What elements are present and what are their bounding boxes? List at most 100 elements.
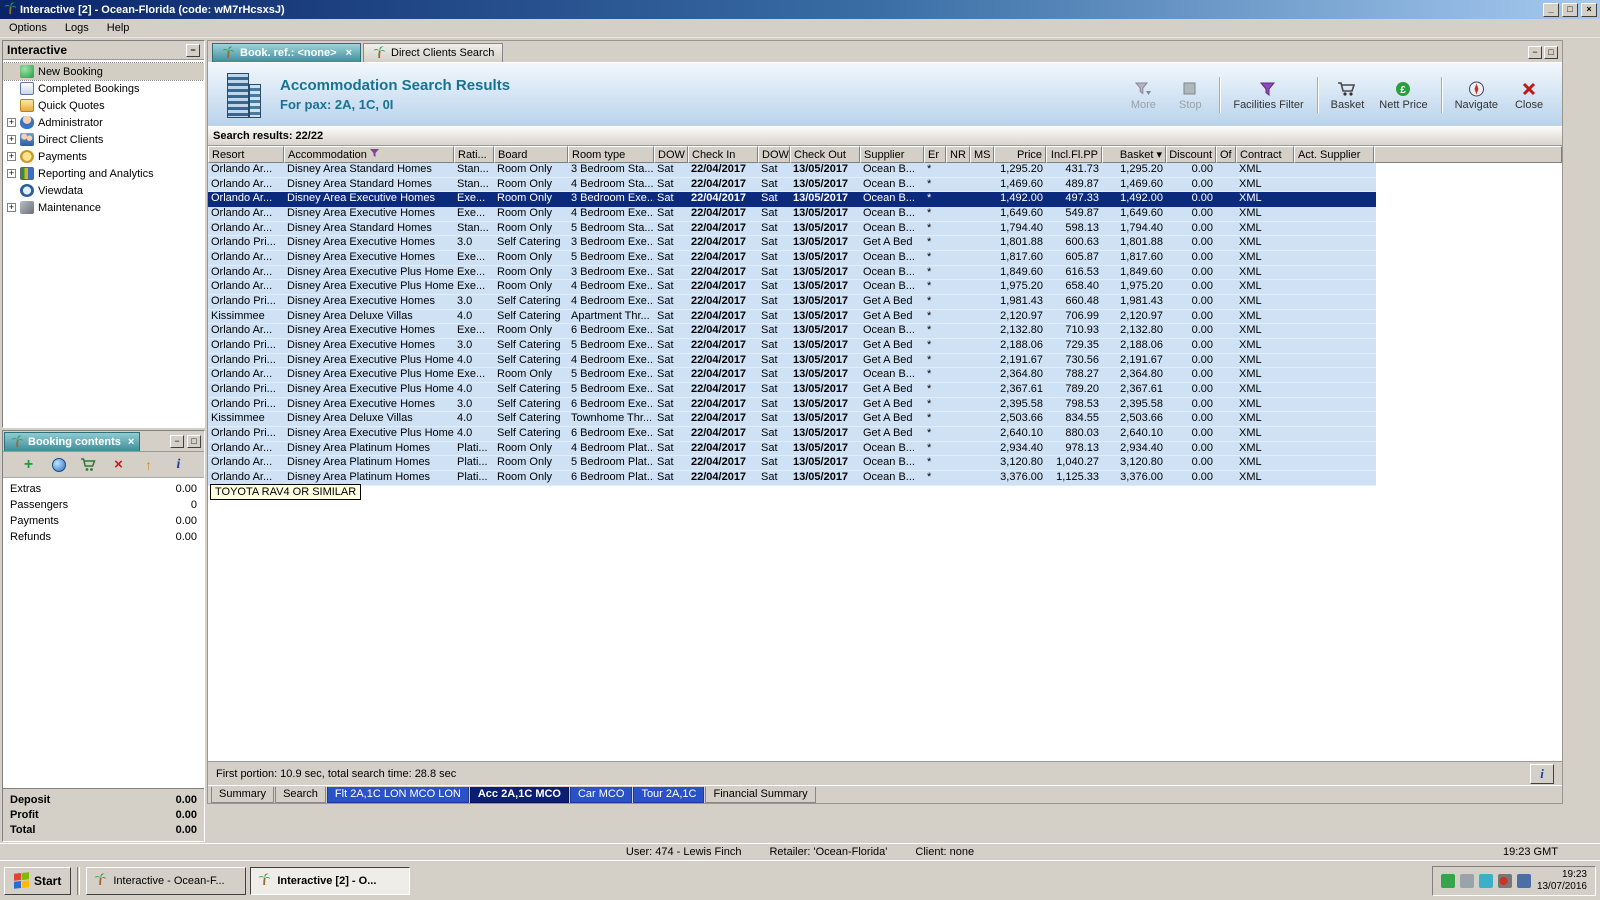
collapse-panel-button[interactable]: − — [186, 43, 200, 57]
result-row[interactable]: Orlando Ar... Disney Area Executive Homes… — [208, 324, 1376, 340]
close-booking-contents-icon[interactable]: × — [128, 436, 134, 448]
sidebar-item-completed-bookings[interactable]: +Completed Bookings — [3, 80, 204, 97]
result-row[interactable]: Orlando Ar... Disney Area Standard Homes S… — [208, 163, 1376, 178]
navigate-button[interactable]: Navigate — [1450, 77, 1503, 113]
result-row[interactable]: Orlando Ar... Disney Area Executive Homes… — [208, 251, 1376, 266]
result-row[interactable]: Orlando Ar... Disney Area Platinum Homes P… — [208, 471, 1376, 486]
tab-flt-2a-1c-lon-mco-lon[interactable]: Flt 2A,1C LON MCO LON — [326, 787, 469, 803]
tray-display-icon[interactable] — [1516, 873, 1531, 888]
column-header-dow[interactable]: DOW — [654, 146, 688, 163]
result-row[interactable]: Orlando Pri... Disney Area Executive Home… — [208, 295, 1376, 310]
sidebar-item-viewdata[interactable]: +Viewdata — [3, 182, 204, 199]
column-header-check-in[interactable]: Check In — [688, 146, 758, 163]
result-row[interactable]: Orlando Pri... Disney Area Executive Plus… — [208, 427, 1376, 442]
start-button[interactable]: Start — [4, 866, 72, 895]
expand-icon[interactable]: + — [7, 203, 16, 212]
column-header-accommodation[interactable]: Accommodation — [284, 146, 454, 163]
result-row[interactable]: Orlando Ar... Disney Area Executive Plus … — [208, 280, 1376, 296]
tray-network-icon[interactable] — [1478, 873, 1493, 888]
doc-restore-button[interactable]: □ — [1544, 46, 1558, 59]
result-row[interactable]: Orlando Ar... Disney Area Platinum Homes P… — [208, 441, 1376, 457]
result-row[interactable]: Orlando Pri... Disney Area Executive Home… — [208, 339, 1376, 354]
column-header-resort[interactable]: Resort — [208, 146, 284, 163]
booking-row-extras[interactable]: Extras 0.00 — [3, 481, 204, 497]
sidebar-item-new-booking[interactable]: +New Booking — [3, 62, 204, 81]
result-row[interactable]: Orlando Ar... Disney Area Executive Plus … — [208, 368, 1376, 384]
expand-icon[interactable]: + — [7, 152, 16, 161]
doc-minimize-button[interactable]: − — [1528, 46, 1542, 59]
result-row[interactable]: Orlando Ar... Disney Area Executive Homes… — [208, 192, 1376, 208]
booking-contents-tab[interactable]: Booking contents × — [4, 432, 141, 451]
column-header-rati[interactable]: Rati... — [454, 146, 494, 163]
sidebar-item-reporting-and-analytics[interactable]: + Reporting and Analytics — [3, 165, 204, 182]
column-header-supplier[interactable]: Supplier — [860, 146, 924, 163]
tab-direct-clients-search[interactable]: Direct Clients Search — [363, 43, 504, 62]
column-header-room-type[interactable]: Room type — [568, 146, 654, 163]
result-row[interactable]: Orlando Pri... Disney Area Executive Home… — [208, 397, 1376, 413]
info-button[interactable]: i — [1530, 763, 1554, 784]
taskbar-window-interactive-ocean-f[interactable]: Interactive - Ocean-F... — [86, 866, 247, 895]
sidebar-item-maintenance[interactable]: + Maintenance — [3, 199, 204, 216]
result-row[interactable]: Kissimmee Disney Area Deluxe Villas 4.0 Sel… — [208, 309, 1376, 325]
column-header-check-out[interactable]: Check Out — [790, 146, 860, 163]
window-close-button[interactable]: × — [1581, 2, 1597, 17]
globe-icon[interactable] — [50, 456, 67, 473]
tab-car-mco[interactable]: Car MCO — [569, 787, 633, 803]
column-header-act-supplier[interactable]: Act. Supplier — [1294, 146, 1374, 163]
column-header-dow[interactable]: DOW — [758, 146, 790, 163]
tab-tour-2a-1c[interactable]: Tour 2A,1C — [633, 787, 705, 803]
basket-button[interactable]: Basket — [1326, 77, 1370, 113]
tab-book-ref-none[interactable]: Book. ref.: <none> × — [212, 43, 362, 62]
result-row[interactable]: Orlando Ar... Disney Area Executive Homes… — [208, 207, 1376, 222]
result-row[interactable]: Kissimmee Disney Area Deluxe Villas 4.0 Sel… — [208, 412, 1376, 428]
booking-row-passengers[interactable]: Passengers 0 — [3, 497, 204, 513]
menu-options[interactable]: Options — [0, 20, 56, 36]
column-header-incl-fl-pp[interactable]: Incl.Fl.PP — [1046, 146, 1102, 163]
booking-row-payments[interactable]: Payments 0.00 — [3, 513, 204, 529]
expand-icon[interactable]: + — [7, 118, 16, 127]
tray-audio-icon[interactable] — [1497, 873, 1512, 888]
expand-icon[interactable]: + — [7, 169, 16, 178]
close-button[interactable]: Close — [1508, 77, 1550, 113]
sidebar-item-administrator[interactable]: + Administrator — [3, 114, 204, 131]
column-header-board[interactable]: Board — [494, 146, 568, 163]
bc-minimize-button[interactable]: − — [170, 435, 184, 448]
sidebar-item-direct-clients[interactable]: + Direct Clients — [3, 131, 204, 148]
taskbar-clock[interactable]: 19:23 13/07/2016 — [1537, 869, 1587, 893]
tab-financial-summary[interactable]: Financial Summary — [705, 787, 816, 803]
column-header-ms[interactable]: MS — [970, 146, 994, 163]
expand-icon[interactable]: + — [7, 135, 16, 144]
column-header-contract[interactable]: Contract — [1236, 146, 1294, 163]
result-row[interactable]: Orlando Ar... Disney Area Platinum Homes P… — [208, 456, 1376, 472]
column-header-of[interactable]: Of — [1216, 146, 1236, 163]
column-header-er[interactable]: Er — [924, 146, 946, 163]
column-header-discount[interactable]: Discount — [1166, 146, 1216, 163]
add-icon[interactable]: + — [20, 456, 37, 473]
tab-search[interactable]: Search — [275, 787, 326, 803]
result-row[interactable]: Orlando Pri... Disney Area Executive Home… — [208, 236, 1376, 252]
result-row[interactable]: Orlando Ar... Disney Area Standard Homes S… — [208, 177, 1376, 193]
column-header-price[interactable]: Price — [994, 146, 1046, 163]
sidebar-item-payments[interactable]: + Payments — [3, 148, 204, 165]
bc-maximize-button[interactable]: □ — [187, 435, 201, 448]
tab-summary[interactable]: Summary — [211, 787, 275, 803]
sidebar-item-quick-quotes[interactable]: +Quick Quotes — [3, 97, 204, 114]
close-tab-icon[interactable]: × — [346, 47, 352, 59]
result-row[interactable]: Orlando Ar... Disney Area Standard Homes S… — [208, 221, 1376, 237]
menu-help[interactable]: Help — [98, 20, 139, 36]
column-header-nr[interactable]: NR — [946, 146, 970, 163]
nett-price-button[interactable]: £ Nett Price — [1374, 77, 1432, 113]
tray-print-icon[interactable] — [1459, 873, 1474, 888]
booking-row-refunds[interactable]: Refunds 0.00 — [3, 529, 204, 545]
delete-icon[interactable]: × — [110, 456, 127, 473]
filter-funnel-icon[interactable] — [369, 148, 380, 161]
result-row[interactable]: Orlando Ar... Disney Area Executive Plus … — [208, 265, 1376, 281]
add-to-basket-icon[interactable] — [80, 456, 97, 473]
result-row[interactable]: Orlando Pri... Disney Area Executive Plus… — [208, 353, 1376, 369]
menu-logs[interactable]: Logs — [56, 20, 98, 36]
window-minimize-button[interactable]: _ — [1543, 2, 1559, 17]
column-header-basket[interactable]: Basket ▾ — [1102, 146, 1166, 163]
promote-icon[interactable]: ↑ — [140, 456, 157, 473]
tray-mail-icon[interactable] — [1440, 873, 1455, 888]
facilities-filter-button[interactable]: Facilities Filter — [1228, 77, 1308, 113]
